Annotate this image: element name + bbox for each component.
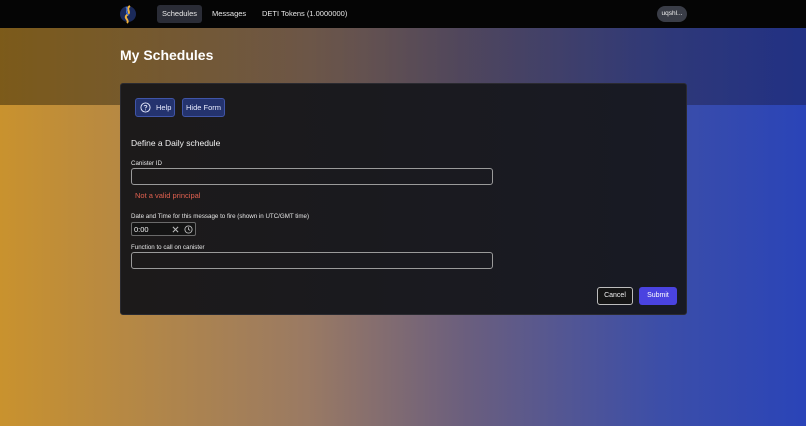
question-circle-icon [140,102,151,113]
help-button-label: Help [156,103,172,112]
canister-id-input[interactable] [131,168,493,185]
submit-button[interactable]: Submit [639,287,677,305]
canister-id-error: Not a valid principal [135,191,201,200]
help-button[interactable]: Help [135,98,175,117]
time-value: 0:00 [134,225,149,234]
form-heading: Define a Daily schedule [131,138,221,148]
function-label: Function to call on canister [131,244,205,251]
nav-item-deti-tokens[interactable]: DETI Tokens (1.0000000) [257,5,352,23]
top-navbar: Schedules Messages DETI Tokens (1.000000… [0,0,806,28]
app-logo[interactable] [120,3,136,25]
time-input[interactable]: 0:00 [131,222,196,236]
nav-item-messages[interactable]: Messages [207,5,251,23]
cancel-button[interactable]: Cancel [597,287,633,305]
user-account-button[interactable]: uqshl... [657,6,687,22]
hide-form-button[interactable]: Hide Form [182,98,225,117]
schedule-form-card: Help Hide Form Define a Daily schedule C… [120,83,687,315]
datetime-label: Date and Time for this message to fire (… [131,213,310,220]
canister-id-label: Canister ID [131,160,162,167]
page-title: My Schedules [120,47,214,63]
function-input[interactable] [131,252,493,269]
nav-item-schedules[interactable]: Schedules [157,5,203,23]
clear-x-icon[interactable] [172,226,179,233]
clock-icon[interactable] [184,225,193,234]
